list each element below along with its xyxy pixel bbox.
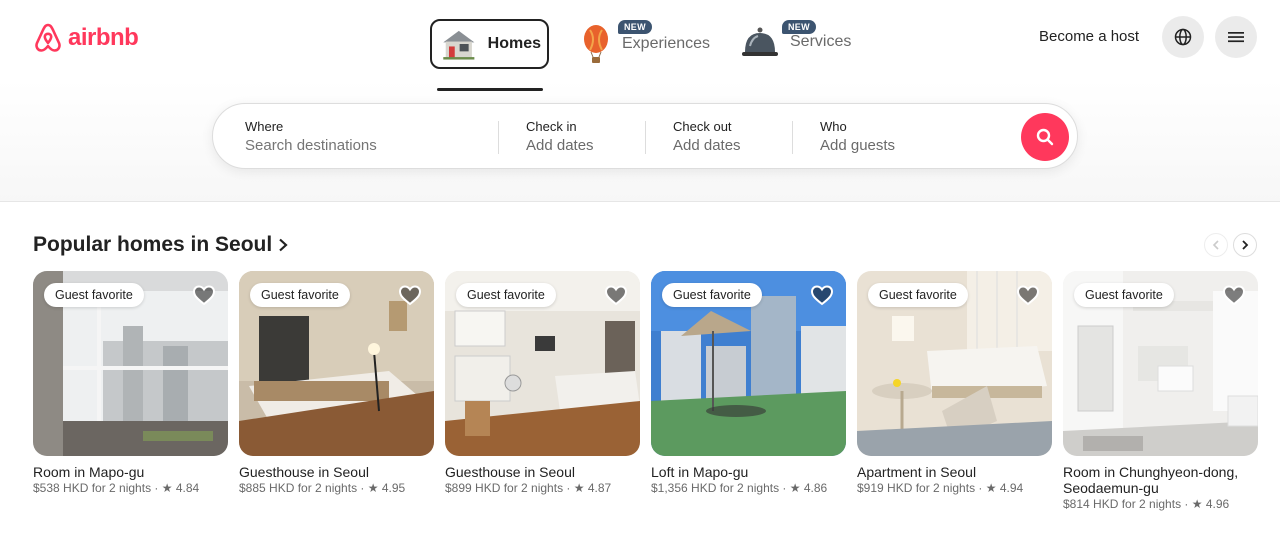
heart-icon[interactable] (398, 283, 422, 307)
listing-price: $1,356 HKD for 2 nights (651, 481, 780, 495)
listing-price-rating: $538 HKD for 2 nights · ★ 4.84 (33, 481, 200, 495)
search-where[interactable]: Where (245, 104, 495, 170)
chevron-right-icon (1242, 240, 1249, 250)
hot-air-balloon-icon (584, 25, 608, 63)
chevron-right-icon (279, 238, 288, 252)
star-icon: ★ (573, 481, 585, 495)
new-badge: NEW (618, 20, 652, 34)
listing-card[interactable]: Guest favorite Room in Chunghyeon-dong, … (1063, 271, 1258, 511)
search-divider (498, 121, 499, 154)
tab-services-label: Services (790, 33, 852, 50)
tab-experiences-label: Experiences (622, 35, 711, 52)
listing-card[interactable]: Guest favorite Apartment in Seoul $919 H… (857, 271, 1052, 495)
listing-title: Guesthouse in Seoul (239, 464, 369, 480)
guest-favorite-badge: Guest favorite (456, 283, 556, 307)
listing-price: $919 HKD for 2 nights (857, 481, 976, 495)
listing-photo[interactable]: Guest favorite (33, 271, 228, 456)
search-bar: Where Check in Add dates Check out Add d… (212, 103, 1078, 169)
house-icon (443, 30, 475, 60)
search-divider (645, 121, 646, 154)
who-label: Who (820, 119, 847, 134)
listing-title: Apartment in Seoul (857, 464, 977, 480)
checkin-value: Add dates (526, 137, 594, 154)
star-icon: ★ (1191, 497, 1203, 511)
search-checkout[interactable]: Check out Add dates (673, 104, 741, 170)
listing-title: Loft in Mapo-gu (651, 464, 749, 480)
hamburger-menu-icon (1228, 32, 1244, 43)
search-icon (1036, 128, 1054, 146)
main-menu-button[interactable] (1215, 16, 1257, 58)
heart-icon[interactable] (1016, 283, 1040, 307)
language-button[interactable] (1162, 16, 1204, 58)
listing-price-rating: $885 HKD for 2 nights · ★ 4.95 (239, 481, 406, 495)
listing-rating: 4.96 (1205, 497, 1230, 511)
guest-favorite-badge: Guest favorite (1074, 283, 1174, 307)
become-host-link[interactable]: Become a host (1039, 28, 1139, 45)
service-bell-icon (742, 27, 778, 56)
search-who[interactable]: Who Add guests (820, 104, 895, 170)
listing-price-rating: $899 HKD for 2 nights · ★ 4.87 (445, 481, 612, 495)
globe-icon (1174, 28, 1192, 46)
checkout-label: Check out (673, 119, 732, 134)
listing-card[interactable]: Guest favorite Guesthouse in Seoul $899 … (445, 271, 640, 495)
listing-card[interactable]: Guest favorite Room in Mapo-gu $538 HKD … (33, 271, 228, 495)
where-label: Where (245, 119, 284, 134)
listing-photo[interactable]: Guest favorite (239, 271, 434, 456)
listing-price: $814 HKD for 2 nights (1063, 497, 1182, 511)
listing-photo[interactable]: Guest favorite (1063, 271, 1258, 456)
header: airbnb Homes Experiences NEW Services NE… (0, 0, 1280, 202)
carousel-next-button[interactable] (1233, 233, 1257, 257)
listing-rating: 4.84 (175, 481, 200, 495)
section-title-text: Popular homes in Seoul (33, 233, 273, 256)
guest-favorite-badge: Guest favorite (662, 283, 762, 307)
chevron-left-icon (1212, 240, 1219, 250)
listing-card[interactable]: Guest favorite Guesthouse in Seoul $885 … (239, 271, 434, 495)
search-checkin[interactable]: Check in Add dates (526, 104, 594, 170)
listing-photo[interactable]: Guest favorite (445, 271, 640, 456)
tab-experiences[interactable]: Experiences NEW (580, 20, 711, 64)
tab-services[interactable]: Services NEW (740, 20, 852, 60)
heart-icon[interactable] (192, 283, 216, 307)
listing-price: $899 HKD for 2 nights (445, 481, 564, 495)
listing-photo[interactable]: Guest favorite (651, 271, 846, 456)
active-tab-indicator (437, 88, 543, 91)
listing-price: $885 HKD for 2 nights (239, 481, 358, 495)
category-nav: Homes Experiences NEW Services NEW (0, 18, 1280, 91)
section-title[interactable]: Popular homes in Seoul (33, 233, 288, 257)
destination-input[interactable] (245, 137, 465, 154)
listing-price-rating: $1,356 HKD for 2 nights · ★ 4.86 (651, 481, 828, 495)
heart-icon[interactable] (810, 283, 834, 307)
heart-icon[interactable] (1222, 283, 1246, 307)
listing-title: Room in Mapo-gu (33, 464, 145, 480)
star-icon: ★ (985, 481, 997, 495)
search-divider (792, 121, 793, 154)
listing-card[interactable]: Guest favorite Loft in Mapo-gu $1,356 HK… (651, 271, 846, 495)
listing-price: $538 HKD for 2 nights (33, 481, 152, 495)
tab-homes[interactable]: Homes (430, 19, 549, 69)
new-badge: NEW (782, 20, 816, 34)
listing-rating: 4.86 (803, 481, 828, 495)
checkout-value: Add dates (673, 137, 741, 154)
listing-photo[interactable]: Guest favorite (857, 271, 1052, 456)
listing-title: Guesthouse in Seoul (445, 464, 575, 480)
listing-title: Room in Chunghyeon-dong, Seodaemun-gu (1063, 464, 1239, 496)
guest-favorite-badge: Guest favorite (250, 283, 350, 307)
guest-favorite-badge: Guest favorite (868, 283, 968, 307)
star-icon: ★ (161, 481, 173, 495)
checkin-label: Check in (526, 119, 577, 134)
heart-icon[interactable] (604, 283, 628, 307)
star-icon: ★ (367, 481, 379, 495)
listing-rating: 4.95 (381, 481, 406, 495)
guest-favorite-badge: Guest favorite (44, 283, 144, 307)
who-value: Add guests (820, 137, 896, 154)
tab-homes-label: Homes (487, 35, 541, 52)
star-icon: ★ (789, 481, 801, 495)
listing-rating: 4.87 (587, 481, 612, 495)
listing-price-rating: $814 HKD for 2 nights · ★ 4.96 (1063, 497, 1230, 511)
listing-price-rating: $919 HKD for 2 nights · ★ 4.94 (857, 481, 1024, 495)
listing-rating: 4.94 (999, 481, 1024, 495)
carousel-prev-button[interactable] (1204, 233, 1228, 257)
search-button[interactable] (1021, 113, 1069, 161)
